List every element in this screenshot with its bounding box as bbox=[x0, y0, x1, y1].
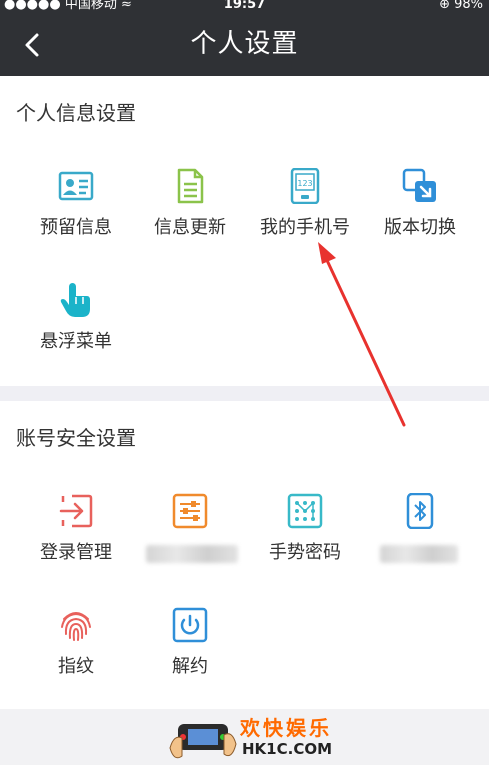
blurred-label bbox=[146, 545, 238, 563]
document-icon bbox=[177, 168, 204, 204]
page-title: 个人设置 bbox=[190, 29, 299, 59]
reserved-info-item[interactable]: 预留信息 bbox=[16, 168, 136, 258]
watermark: 欢快娱乐 HK1C.COM bbox=[168, 708, 358, 765]
phone-number-icon: 123 bbox=[290, 168, 320, 204]
fingerprint-icon bbox=[61, 612, 91, 641]
watermark-text: 欢快娱乐 bbox=[240, 716, 332, 740]
item-label: 解约 bbox=[172, 656, 208, 677]
item-label: 预留信息 bbox=[40, 217, 112, 238]
item-label: 登录管理 bbox=[40, 542, 112, 563]
sliders-icon bbox=[172, 493, 208, 529]
account-security-section: 账号安全设置 登录管理 手势密码 指纹 解约 bbox=[0, 401, 489, 709]
item-label: 我的手机号 bbox=[260, 217, 350, 238]
floating-menu-item[interactable]: 悬浮菜单 bbox=[16, 282, 136, 372]
item-label: 指纹 bbox=[58, 656, 94, 677]
clock: 19:57 bbox=[223, 0, 266, 12]
login-icon bbox=[59, 494, 93, 528]
item-label: 版本切换 bbox=[384, 217, 456, 238]
id-card-icon bbox=[58, 171, 94, 201]
redacted-setting-item[interactable] bbox=[130, 493, 250, 583]
fingerprint-item[interactable]: 指纹 bbox=[16, 607, 136, 697]
info-update-item[interactable]: 信息更新 bbox=[130, 168, 250, 258]
bluetooth-icon bbox=[406, 493, 434, 529]
section-title-personal: 个人信息设置 bbox=[16, 101, 136, 125]
section-title-security: 账号安全设置 bbox=[16, 426, 136, 450]
item-label: 悬浮菜单 bbox=[40, 331, 112, 352]
item-label: 手势密码 bbox=[269, 542, 341, 563]
status-bar: ●●●●● 中国移动 ≈ 19:57 ⊕ 98% bbox=[0, 0, 489, 14]
battery-indicator: ⊕ 98% bbox=[439, 0, 483, 12]
gamepad-hands-icon bbox=[169, 724, 237, 759]
gesture-password-item[interactable]: 手势密码 bbox=[245, 493, 365, 583]
version-switch-item[interactable]: 版本切换 bbox=[360, 168, 480, 258]
login-management-item[interactable]: 登录管理 bbox=[16, 493, 136, 583]
bluetooth-setting-item[interactable] bbox=[360, 493, 480, 583]
nav-bar: 个人设置 bbox=[0, 14, 489, 76]
gesture-grid-icon bbox=[287, 493, 323, 529]
hand-pointer-icon bbox=[60, 283, 90, 317]
blurred-label bbox=[380, 545, 458, 563]
svg-text:123: 123 bbox=[297, 179, 312, 188]
power-icon bbox=[172, 607, 208, 643]
terminate-contract-item[interactable]: 解约 bbox=[130, 607, 250, 697]
switch-version-icon bbox=[402, 168, 436, 202]
my-phone-number-item[interactable]: 123 我的手机号 bbox=[245, 168, 365, 258]
watermark-url: HK1C.COM bbox=[242, 740, 333, 758]
personal-info-section: 个人信息设置 预留信息 信息更新 123 我的手机号 版本切换 悬浮菜单 bbox=[0, 76, 489, 386]
item-label: 信息更新 bbox=[154, 217, 226, 238]
